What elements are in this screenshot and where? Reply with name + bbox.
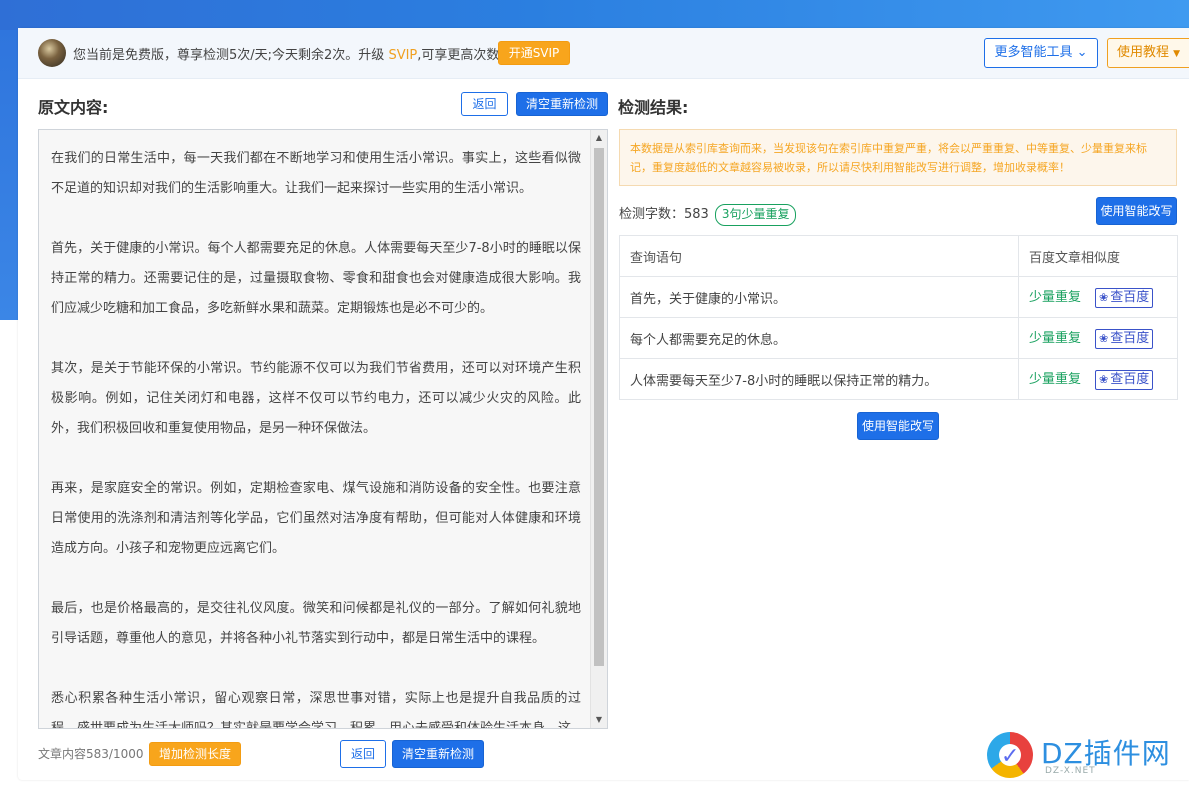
use-ai-rewrite-bottom-button[interactable]: 使用智能改写 (857, 412, 939, 440)
paragraph: 在我们的日常生活中，每一天我们都在不断地学习和使用生活小常识。事实上，这些看似微… (51, 151, 581, 196)
quota-text: 您当前是免费版，尊享检测5次/天;今天剩余2次。升级 (73, 48, 389, 63)
sentence-cell: 人体需要每天至少7-8小时的睡眠以保持正常的精力。 (619, 358, 1019, 400)
watermark-subtext: DZ-X.NET (1045, 766, 1096, 776)
dz-logo-icon: ✓ (987, 732, 1033, 778)
header-background (0, 0, 1189, 30)
footer-clear-redetect-button[interactable]: 清空重新检测 (392, 740, 484, 768)
scroll-up-icon[interactable]: ▲ (591, 130, 607, 146)
table-row: 首先，关于健康的小常识。 少量重复 ❀ 查百度 (619, 276, 1178, 318)
clear-redetect-button[interactable]: 清空重新检测 (516, 92, 608, 116)
similarity-cell: 少量重复 ❀ 查百度 (1018, 276, 1178, 318)
status-text: 少量重复 (1029, 372, 1082, 387)
notice-box: 本数据是从索引库查询而来，当发现该句在索引库中重复严重，将会以严重重复、中等重复… (619, 129, 1177, 186)
check-baidu-button[interactable]: ❀ 查百度 (1095, 288, 1154, 308)
word-count: 文章内容583/1000 (38, 747, 144, 761)
check-baidu-button[interactable]: ❀ 查百度 (1095, 370, 1154, 390)
paragraph: 首先，关于健康的小常识。每个人都需要充足的休息。人体需要每天至少7-8小时的睡眠… (51, 241, 581, 316)
original-text-title: 原文内容: (38, 98, 109, 117)
more-tools-label: 更多智能工具 (994, 45, 1073, 60)
column-header: 百度文章相似度 (1018, 235, 1178, 277)
detect-count: 检测字数：583 (619, 207, 709, 222)
more-tools-dropdown[interactable]: 更多智能工具 ⌄ (984, 38, 1098, 68)
account-bar: 您当前是免费版，尊享检测5次/天;今天剩余2次。升级 SVIP,可享更高次数 开… (18, 28, 1189, 79)
similarity-cell: 少量重复 ❀ 查百度 (1018, 317, 1178, 359)
paragraph: 悉心积累各种生活小常识，留心观察日常，深思世事对错，实际上也是提升自我品质的过程… (51, 691, 581, 729)
tutorial-label: 使用教程 (1116, 45, 1169, 60)
paragraph: 最后，也是价格最高的，是交往礼仪风度。微笑和问候都是礼仪的一部分。了解如何礼貌地… (51, 601, 581, 646)
scrollbar[interactable]: ▲ ▼ (590, 130, 607, 728)
check-baidu-label: 查百度 (1110, 331, 1150, 346)
paw-icon: ❀ (1099, 291, 1109, 304)
footer-back-button[interactable]: 返回 (340, 740, 386, 768)
table-row: 每个人都需要充足的休息。 少量重复 ❀ 查百度 (619, 317, 1178, 359)
tutorial-dropdown[interactable]: 使用教程 ▼ (1107, 38, 1189, 68)
status-text: 少量重复 (1029, 290, 1082, 305)
main-panel: 您当前是免费版，尊享检测5次/天;今天剩余2次。升级 SVIP,可享更高次数 开… (18, 28, 1189, 780)
result-title: 检测结果: (618, 98, 689, 117)
table-row: 人体需要每天至少7-8小时的睡眠以保持正常的精力。 少量重复 ❀ 查百度 (619, 358, 1178, 400)
svip-link[interactable]: SVIP (388, 48, 417, 63)
open-svip-button[interactable]: 开通SVIP (498, 41, 570, 65)
quota-message: 您当前是免费版，尊享检测5次/天;今天剩余2次。升级 SVIP,可享更高次数 (73, 44, 499, 63)
check-baidu-label: 查百度 (1110, 290, 1150, 305)
avatar[interactable] (38, 39, 66, 67)
detect-stat: 检测字数：583 3句少量重复 (619, 203, 797, 226)
check-baidu-label: 查百度 (1110, 372, 1150, 387)
repeat-badge: 3句少量重复 (714, 203, 797, 226)
paw-icon: ❀ (1099, 373, 1109, 386)
check-baidu-button[interactable]: ❀ 查百度 (1095, 329, 1154, 349)
results-table: 查询语句 百度文章相似度 首先，关于健康的小常识。 少量重复 ❀ 查百度 每个人都需… (619, 235, 1178, 400)
caret-down-icon: ▼ (1173, 49, 1181, 59)
original-text-area[interactable]: 在我们的日常生活中，每一天我们都在不断地学习和使用生活小常识。事实上，这些看似微… (38, 129, 608, 729)
status-text: 少量重复 (1029, 331, 1082, 346)
sentence-cell: 首先，关于健康的小常识。 (619, 276, 1019, 318)
chevron-down-icon: ⌄ (1076, 45, 1088, 60)
scrollbar-thumb[interactable] (594, 148, 604, 666)
scroll-down-icon[interactable]: ▼ (591, 712, 607, 728)
paw-icon: ❀ (1099, 332, 1109, 345)
table-header-row: 查询语句 百度文章相似度 (619, 235, 1178, 277)
paragraph: 再来，是家庭安全的常识。例如，定期检查家电、煤气设施和消防设备的安全性。也要注意… (51, 481, 581, 556)
watermark-logo: ✓ DZ插件网 DZ-X.NET (985, 728, 1175, 784)
column-header: 查询语句 (619, 235, 1019, 277)
use-ai-rewrite-button[interactable]: 使用智能改写 (1096, 197, 1177, 225)
similarity-cell: 少量重复 ❀ 查百度 (1018, 358, 1178, 400)
back-button[interactable]: 返回 (461, 92, 508, 116)
original-text-content: 在我们的日常生活中，每一天我们都在不断地学习和使用生活小常识。事实上，这些看似微… (51, 144, 581, 729)
side-background (0, 30, 18, 320)
quota-text-after: ,可享更高次数 (417, 48, 500, 63)
increase-length-button[interactable]: 增加检测长度 (149, 742, 241, 766)
paragraph: 其次，是关于节能环保的小常识。节约能源不仅可以为我们节省费用，还可以对环境产生积… (51, 361, 581, 436)
sentence-cell: 每个人都需要充足的休息。 (619, 317, 1019, 359)
